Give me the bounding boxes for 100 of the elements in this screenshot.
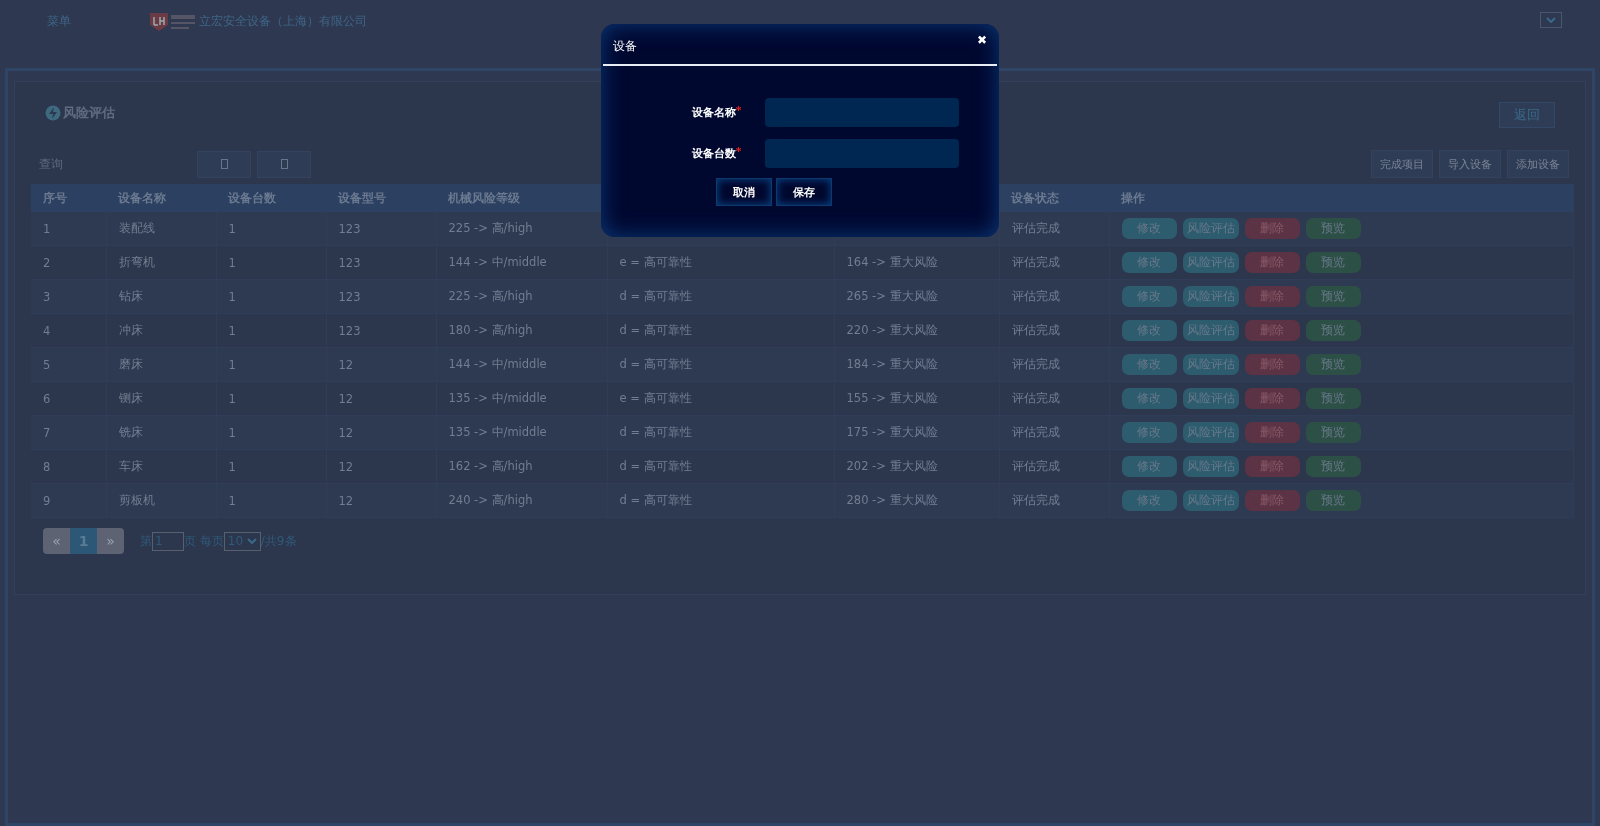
field-label: 设备台数 [671, 146, 741, 161]
edit-button[interactable]: 修改 [1121, 490, 1177, 511]
close-button[interactable]: ✖ [976, 33, 987, 47]
action-button[interactable]: 添加设备 [1507, 150, 1569, 178]
table-cell: 155 -> 重大风险 [846, 391, 938, 405]
column-header: 设备型号 [338, 190, 386, 205]
company-logo-icon [149, 12, 197, 32]
icon-button[interactable] [257, 150, 311, 178]
table-cell: 164 -> 重大风险 [846, 255, 938, 269]
action-button[interactable]: 导入设备 [1439, 150, 1501, 178]
table-cell: 评估完成 [1011, 459, 1060, 473]
table-cell: 12 [338, 357, 354, 372]
preview-button[interactable]: 预览 [1305, 286, 1361, 307]
table-cell: 铡床 [118, 391, 143, 405]
action-button[interactable]: 完成项目 [1371, 150, 1433, 178]
table-cell: d = 高可靠性 [619, 493, 692, 507]
table-cell: 3 [43, 289, 51, 304]
table-cell: 280 -> 重大风险 [846, 493, 938, 507]
edit-button[interactable]: 修改 [1121, 388, 1177, 409]
table-cell: 12 [338, 425, 354, 440]
dialog-button[interactable]: 取消 [716, 178, 772, 206]
preview-button[interactable]: 预览 [1305, 354, 1361, 375]
table-cell: e = 高可靠性 [619, 391, 692, 405]
table-cell: e = 高可靠性 [619, 255, 692, 269]
table-cell: 225 -> 高/high [448, 221, 533, 235]
dialog-button[interactable]: 保存 [776, 178, 832, 206]
table-cell: 144 -> 中/middle [448, 255, 547, 269]
edit-button[interactable]: 修改 [1121, 354, 1177, 375]
table-cell: 135 -> 中/middle [448, 425, 547, 439]
table-cell: 1 [228, 425, 236, 440]
table-cell: d = 高可靠性 [619, 459, 692, 473]
table-cell: 135 -> 中/middle [448, 391, 547, 405]
table-cell: 4 [43, 323, 51, 338]
table-cell: 123 [338, 221, 361, 236]
edit-button[interactable]: 修改 [1121, 422, 1177, 443]
table-cell: 1 [228, 289, 236, 304]
table-cell: 162 -> 高/high [448, 459, 533, 473]
field-label: 设备名称 [671, 105, 741, 120]
column-header: 序号 [43, 190, 67, 205]
edit-button[interactable]: 修改 [1121, 218, 1177, 239]
dialog-title: 设备 [613, 38, 637, 54]
table-cell: 磨床 [118, 357, 143, 371]
preview-button[interactable]: 预览 [1305, 218, 1361, 239]
edit-button[interactable]: 修改 [1121, 456, 1177, 477]
chevron-down-icon [1546, 17, 1556, 23]
table-cell: 123 [338, 323, 361, 338]
table-cell: 冲床 [118, 323, 143, 337]
edit-button[interactable]: 修改 [1121, 286, 1177, 307]
table-cell: 12 [338, 493, 354, 508]
missing-glyph-icon [280, 159, 288, 169]
table-cell: 7 [43, 425, 51, 440]
input-field[interactable] [765, 98, 959, 127]
table-cell: 2 [43, 255, 51, 270]
table-cell: d = 高可靠性 [619, 323, 692, 337]
icon-button[interactable] [197, 150, 251, 178]
table-cell: 123 [338, 255, 361, 270]
preview-button[interactable]: 预览 [1305, 490, 1361, 511]
column-header: 设备名称 [118, 190, 166, 205]
table-cell: 评估完成 [1011, 323, 1060, 337]
column-header: 操作 [1121, 190, 1145, 205]
table-cell: 1 [228, 323, 236, 338]
prev-page-button[interactable]: « [43, 528, 70, 554]
table-cell: d = 高可靠性 [619, 357, 692, 371]
table-cell: 评估完成 [1011, 221, 1060, 235]
table-cell: 评估完成 [1011, 425, 1060, 439]
edit-button[interactable]: 修改 [1121, 320, 1177, 341]
preview-button[interactable]: 预览 [1305, 252, 1361, 273]
column-header: 设备台数 [228, 190, 276, 205]
table-cell: 240 -> 高/high [448, 493, 533, 507]
table-cell: 8 [43, 459, 51, 474]
table-cell: d = 高可靠性 [619, 425, 692, 439]
input-field[interactable] [765, 139, 959, 168]
table-cell: 剪板机 [118, 493, 155, 507]
column-header: 机械风险等级 [448, 190, 520, 205]
table-cell: 评估完成 [1011, 493, 1060, 507]
table-cell: 铣床 [118, 425, 143, 439]
table-cell: d = 高可靠性 [619, 289, 692, 303]
dropdown-button[interactable] [1540, 12, 1562, 28]
table-cell: 1 [228, 255, 236, 270]
table-cell: 评估完成 [1011, 255, 1060, 269]
caret-icon [246, 538, 257, 544]
table-cell: 225 -> 高/high [448, 289, 533, 303]
table-cell: 12 [338, 391, 354, 406]
table-cell: 折弯机 [118, 255, 155, 269]
table-cell: 9 [43, 493, 51, 508]
table-cell: 1 [228, 459, 236, 474]
table-cell: 12 [338, 459, 354, 474]
table-cell: 265 -> 重大风险 [846, 289, 938, 303]
preview-button[interactable]: 预览 [1305, 388, 1361, 409]
next-page-button[interactable]: » [97, 528, 124, 554]
table-cell: 6 [43, 391, 51, 406]
table-cell: 1 [43, 221, 51, 236]
preview-button[interactable]: 预览 [1305, 422, 1361, 443]
table-cell: 1 [228, 493, 236, 508]
edit-button[interactable]: 修改 [1121, 252, 1177, 273]
lightning-icon [45, 105, 61, 121]
preview-button[interactable]: 预览 [1305, 456, 1361, 477]
table-cell: 220 -> 重大风险 [846, 323, 938, 337]
preview-button[interactable]: 预览 [1305, 320, 1361, 341]
table-cell: 5 [43, 357, 51, 372]
